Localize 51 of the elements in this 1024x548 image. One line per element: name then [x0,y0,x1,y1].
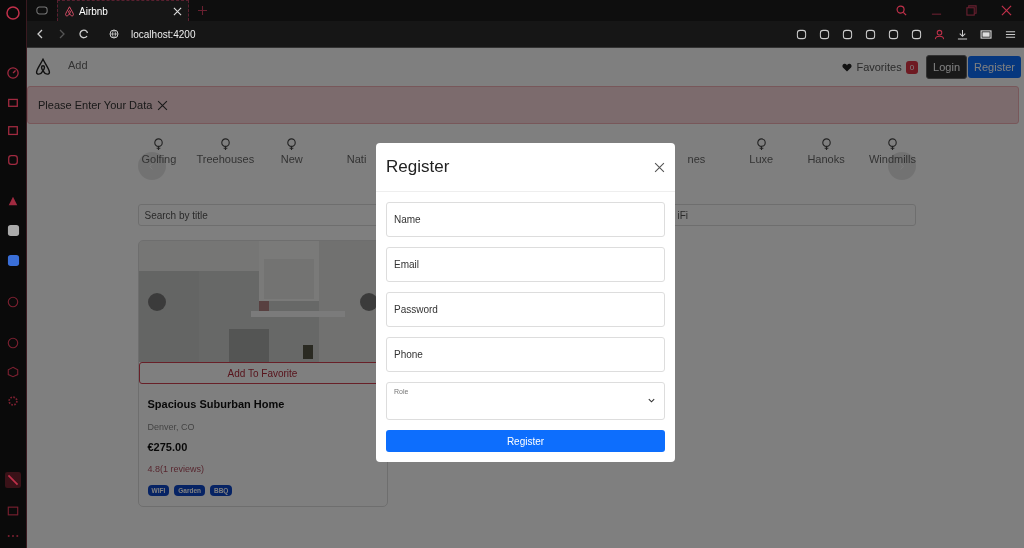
mute-icon[interactable] [5,472,21,488]
image-icon[interactable] [7,505,19,517]
app-icon[interactable] [6,254,20,267]
category-tab[interactable]: Treehouses [196,153,255,165]
airbnb-logo-icon [64,5,75,17]
register-button[interactable]: Register [386,430,665,452]
close-icon[interactable] [654,161,665,173]
search-icon[interactable] [896,5,907,16]
back-icon[interactable] [35,29,45,39]
category-tab[interactable]: Windmills [868,153,916,165]
speedometer-icon[interactable] [7,67,19,79]
battery-icon [980,29,993,39]
register-button[interactable]: Register [968,56,1021,78]
text-field[interactable]: Name [386,202,665,237]
listing-rating: 4.8(1 reviews) [147,464,206,474]
plus-icon[interactable] [198,6,207,15]
favorites-count: 0 [905,60,919,74]
more-icon[interactable] [7,534,19,538]
listing-price: €275.00 [147,441,189,453]
download-icon[interactable] [957,28,968,40]
controller-icon[interactable] [36,6,48,15]
triangle-icon[interactable] [7,195,19,207]
reload-icon[interactable] [79,29,89,39]
text-field[interactable]: Email [386,247,665,282]
sliders-icon[interactable] [1005,28,1016,40]
airbnb-logo-icon[interactable] [34,58,52,76]
category-tab[interactable]: Hanoks [807,153,845,165]
cube-icon[interactable] [7,366,19,378]
forward-icon[interactable] [57,29,67,39]
browser-logo-icon[interactable] [6,6,20,20]
browser-tab[interactable]: Airbnb [57,0,189,21]
globe-icon [109,29,119,39]
tab-title: Airbnb [79,5,109,17]
text-field[interactable]: Password [386,292,665,327]
login-button[interactable]: Login [926,55,968,79]
category-tab[interactable]: New [280,153,303,165]
lightbulb-icon [152,138,166,151]
address-field[interactable]: localhost:4200 [131,28,196,40]
person-icon[interactable] [934,28,945,40]
listing-title: Spacious Suburban Home [147,398,286,410]
text-field[interactable]: Phone [386,337,665,372]
alert-message: Please Enter Your Data [38,99,153,111]
category-tab[interactable]: Nati [346,153,367,165]
dialog-title: Register [386,157,450,177]
app-icon[interactable] [6,224,20,237]
chevron-down-icon [647,396,656,405]
favorites-link[interactable]: Favorites [856,61,902,73]
add-link[interactable]: Add [68,59,88,71]
category-tab[interactable]: nes [687,153,706,165]
category-tab[interactable]: Golfing [141,153,177,165]
category-tab[interactable]: Luxe [749,153,774,165]
